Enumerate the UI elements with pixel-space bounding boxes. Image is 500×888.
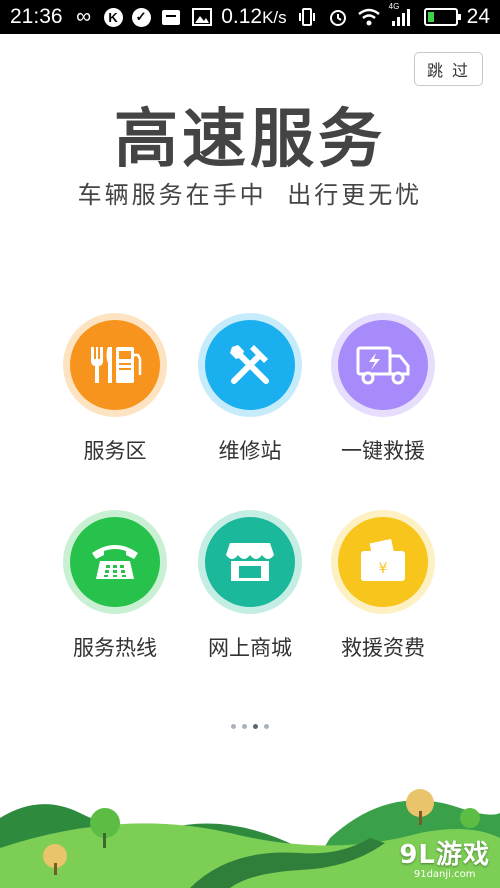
shop-icon (205, 517, 295, 607)
wallet-yuan-icon: ¥ (338, 517, 428, 607)
infinity-icon: ∞ (76, 5, 92, 28)
speed-value: 0.12 (221, 5, 263, 28)
service-item-repair-station[interactable]: 维修站 (175, 313, 325, 465)
service-icon-ring (63, 313, 167, 417)
status-right: 0.12K/s 4G 24 (221, 2, 490, 29)
wifi-icon (357, 6, 380, 28)
watermark-main: 9L游戏 (399, 840, 490, 870)
service-item-online-mall[interactable]: 网上商城 (175, 510, 325, 662)
tow-truck-icon (338, 320, 428, 410)
telephone-icon (70, 517, 160, 607)
service-label: 救援资费 (341, 636, 425, 660)
skip-button[interactable]: 跳 过 (414, 52, 483, 86)
speed-unit: K/s (262, 8, 287, 27)
page-indicator (0, 724, 500, 729)
notification-icons: ∞ K ✓ (73, 5, 213, 28)
network-speed: 0.12K/s (221, 5, 286, 29)
signal-icon: 4G (389, 2, 415, 28)
service-label: 网上商城 (208, 636, 292, 660)
service-icon-ring (63, 510, 167, 614)
repair-tools-icon (205, 320, 295, 410)
status-time: 21:36 (10, 5, 63, 28)
service-item-service-area[interactable]: 服务区 (40, 313, 190, 465)
service-item-rescue[interactable]: 一键救援 (308, 313, 458, 465)
status-bar: 21:36 ∞ K ✓ 0.12K/s 4G 24 (0, 0, 500, 34)
page-dot (264, 724, 269, 729)
page-dot (253, 724, 258, 729)
svg-text:¥: ¥ (379, 561, 388, 577)
page-title: 高速服务 (114, 103, 386, 177)
battery-fill (427, 12, 434, 22)
service-icon-ring (198, 313, 302, 417)
service-icon-ring (331, 313, 435, 417)
k-app-icon: K (103, 7, 123, 27)
image-icon (191, 6, 213, 28)
battery-level: 24 (466, 5, 490, 28)
alarm-icon (327, 6, 349, 28)
service-item-hotline[interactable]: 服务热线 (40, 510, 190, 662)
fuel-restaurant-icon (70, 320, 160, 410)
service-item-rescue-fees[interactable]: ¥ 救援资费 (308, 510, 458, 662)
service-icon-ring (198, 510, 302, 614)
vibrate-icon (296, 6, 318, 28)
service-label: 服务区 (83, 439, 147, 463)
battery-icon (423, 8, 461, 26)
service-icon-ring: ¥ (331, 510, 435, 614)
page-subtitle: 车辆服务在手中 出行更无忧 (77, 181, 423, 209)
service-label: 维修站 (218, 439, 282, 463)
cat-app-icon (160, 6, 182, 28)
check-icon: ✓ (131, 7, 151, 27)
page-dot (231, 724, 236, 729)
service-label: 服务热线 (73, 636, 157, 660)
watermark-logo: 9L游戏 91danji.com (399, 834, 490, 880)
service-label: 一键救援 (341, 439, 425, 463)
network-type: 4G (388, 2, 400, 11)
page-dot (242, 724, 247, 729)
